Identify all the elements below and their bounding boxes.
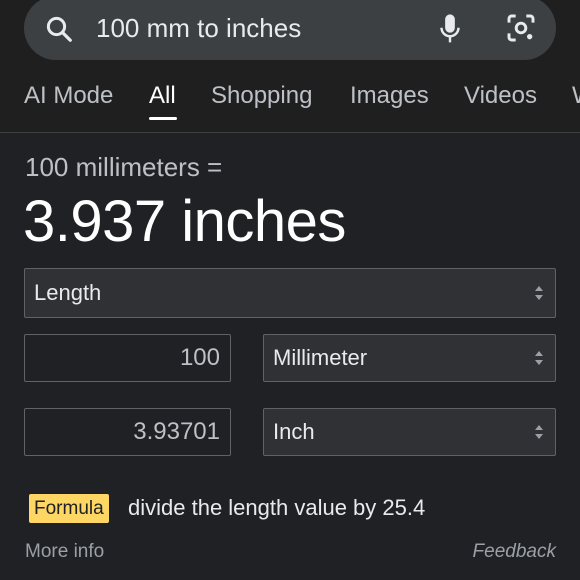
formula-text: divide the length value by 25.4 <box>128 495 426 520</box>
more-info-link[interactable]: More info <box>25 541 104 563</box>
select-arrows-icon <box>535 286 543 300</box>
to-value-input[interactable]: 3.93701 <box>24 408 231 456</box>
mic-icon[interactable] <box>435 12 465 46</box>
lens-icon[interactable] <box>505 12 537 44</box>
to-value: 3.93701 <box>133 418 220 445</box>
select-arrows-icon <box>535 351 543 365</box>
search-icon[interactable] <box>44 14 74 44</box>
tab-images[interactable]: Images <box>350 82 429 110</box>
select-arrows-icon <box>535 425 543 439</box>
feedback-link[interactable]: Feedback <box>473 541 556 563</box>
search-bar[interactable]: 100 mm to inches <box>24 0 556 60</box>
to-unit-select[interactable]: Inch <box>263 408 556 456</box>
from-unit-label: Millimeter <box>273 345 368 370</box>
search-tabs: AI Mode All Shopping Images Videos W <box>0 76 580 132</box>
tab-videos[interactable]: Videos <box>464 82 537 110</box>
tab-ai-mode[interactable]: AI Mode <box>24 82 113 110</box>
active-tab-indicator <box>149 117 177 120</box>
tab-web[interactable]: W <box>572 82 580 110</box>
from-unit-select[interactable]: Millimeter <box>263 334 556 382</box>
unit-type-label: Length <box>34 280 102 305</box>
conversion-equation: 100 millimeters = <box>25 152 223 182</box>
tab-all[interactable]: All <box>149 82 176 110</box>
search-header: 100 mm to inches AI Mode All Shopping Im… <box>0 0 580 132</box>
conversion-result: 3.937 inches <box>23 189 346 254</box>
from-value: 100 <box>179 344 220 371</box>
from-value-input[interactable]: 100 <box>24 334 231 382</box>
search-input[interactable]: 100 mm to inches <box>96 13 301 44</box>
formula-badge: Formula <box>29 494 109 523</box>
unit-type-select[interactable]: Length <box>24 268 556 318</box>
tab-shopping[interactable]: Shopping <box>211 82 312 110</box>
header-divider <box>0 132 580 133</box>
to-unit-label: Inch <box>273 419 315 444</box>
